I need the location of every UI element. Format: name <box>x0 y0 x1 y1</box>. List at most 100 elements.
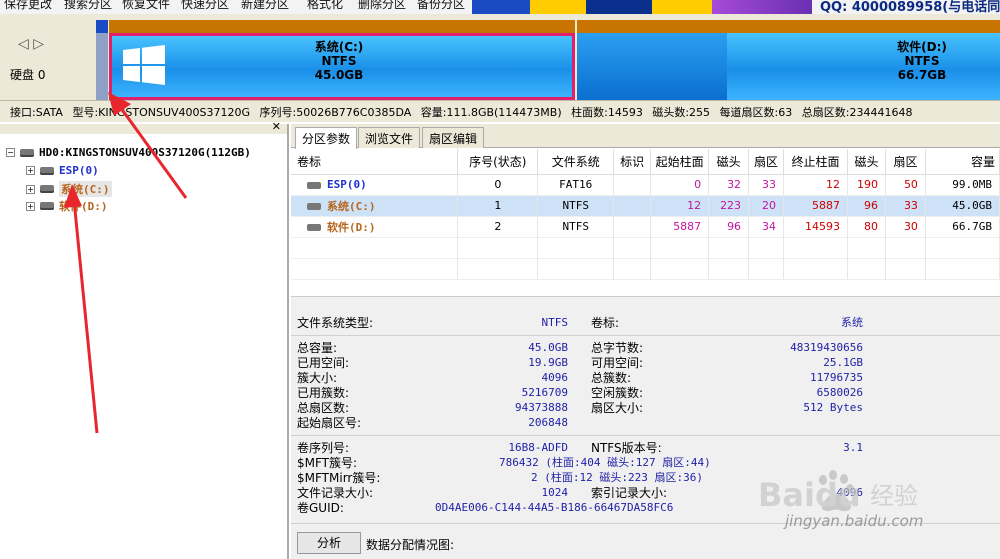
toolbar-save-button[interactable]: 保存更改 <box>4 0 52 12</box>
row-fs: NTFS <box>537 195 615 217</box>
index-record-size-label: 索引记录大小: <box>591 486 668 500</box>
volume-serial-label: 卷序列号: <box>297 441 350 455</box>
partition-d-fs: NTFS <box>904 54 940 68</box>
tree-item-d-label: 软件(D:) <box>59 200 108 213</box>
windows-logo-icon <box>123 45 165 85</box>
watermark-brand-cn: 经验 <box>870 482 918 510</box>
col-header-start-head[interactable]: 磁头 <box>708 149 750 175</box>
col-header-flag[interactable]: 标识 <box>613 149 652 175</box>
col-header-index[interactable]: 序号(状态) <box>457 149 539 175</box>
watermark-brand: Baidu <box>758 476 861 514</box>
cluster-size-value: 4096 <box>541 371 569 384</box>
mftmirr-cluster-label: $MFTMirr簇号: <box>297 471 381 485</box>
row-start-sec: 33 <box>748 174 785 196</box>
collapse-icon[interactable]: − <box>6 148 15 157</box>
disk-cylinders: 柱面数:14593 <box>571 106 643 119</box>
partition-icon <box>40 185 54 193</box>
tree-item-esp[interactable]: + ESP(0) <box>26 164 99 177</box>
col-header-end-sec[interactable]: 扇区 <box>885 149 926 175</box>
disk-sectors-per-track: 每道扇区数:63 <box>719 106 793 119</box>
row-start-cyl: 12 <box>650 195 710 217</box>
table-row[interactable]: 系统(C:) 1 NTFS 12 223 20 5887 96 33 45.0G… <box>291 195 1000 217</box>
total-sectors-value: 94373888 <box>515 401 568 414</box>
toolbar-recover-files-button[interactable]: 恢复文件 <box>122 0 170 12</box>
partition-c-size: 45.0GB <box>314 68 364 82</box>
ntfs-version-value: 3.1 <box>843 441 863 454</box>
row-start-cyl: 0 <box>650 174 710 196</box>
disk-tree-panel: ✕ − HD0:KINGSTONSUV400S37120G(112GB) + E… <box>0 120 289 559</box>
row-label: 系统(C:) <box>327 199 376 213</box>
free-clusters-value: 6580026 <box>816 386 863 399</box>
expand-icon[interactable]: + <box>26 201 35 211</box>
used-clusters-label: 已用簇数: <box>297 386 350 400</box>
tab-browse-files[interactable]: 浏览文件 <box>358 127 421 148</box>
tree-item-c-label: 系统(C:) <box>59 181 112 197</box>
col-header-size[interactable]: 容量 <box>925 149 1000 175</box>
row-flag <box>613 174 652 196</box>
expand-icon[interactable]: + <box>26 184 35 194</box>
partition-d-name: 软件(D:) <box>897 40 947 54</box>
partition-c-name: 系统(C:) <box>314 40 364 54</box>
row-end-head: 96 <box>847 195 886 217</box>
disk-info-bar: 接口:SATA 型号:KINGSTONSUV400S37120G 序列号:500… <box>0 100 1000 122</box>
start-sector-label: 起始扇区号: <box>297 416 362 430</box>
file-record-size-label: 文件记录大小: <box>297 486 374 500</box>
sector-size-value: 512 Bytes <box>803 401 863 414</box>
mft-cluster-value: 786432 (柱面:404 磁头:127 扇区:44) <box>499 456 711 469</box>
row-end-cyl: 14593 <box>783 216 848 238</box>
col-header-label[interactable]: 卷标 <box>291 149 459 175</box>
toolbar-new-partition-button[interactable]: 新建分区 <box>241 0 289 12</box>
expand-icon[interactable]: + <box>26 166 35 175</box>
toolbar-quick-partition-button[interactable]: 快速分区 <box>181 0 229 12</box>
ad-banner-yellow[interactable] <box>530 0 586 14</box>
row-end-sec: 50 <box>885 174 926 196</box>
partition-block-c[interactable]: 系统(C:) NTFS 45.0GB <box>109 20 575 100</box>
tree-item-c[interactable]: + 系统(C:) <box>26 181 112 197</box>
col-header-fs[interactable]: 文件系统 <box>537 149 615 175</box>
total-clusters-label: 总簇数: <box>591 371 632 385</box>
toolbar-format-button[interactable]: 格式化 <box>307 0 343 12</box>
volume-serial-value: 16B8-ADFD <box>508 441 568 454</box>
ad-banner-purple[interactable] <box>712 0 812 14</box>
volume-guid-label: 卷GUID: <box>297 501 344 515</box>
partition-block-d[interactable]: 软件(D:) NTFS 66.7GB <box>577 20 1000 100</box>
free-space-value: 25.1GB <box>823 356 863 369</box>
row-start-cyl: 5887 <box>650 216 710 238</box>
ad-banner-navy[interactable] <box>586 0 652 14</box>
row-label: 软件(D:) <box>327 220 376 234</box>
ad-banner-blue[interactable] <box>472 0 530 14</box>
used-space-label: 已用空间: <box>297 356 350 370</box>
tab-sector-edit[interactable]: 扇区编辑 <box>422 127 485 148</box>
row-index: 2 <box>457 216 539 238</box>
close-icon[interactable]: ✕ <box>272 120 281 133</box>
partition-block-esp[interactable] <box>96 20 108 100</box>
table-row[interactable]: ESP(0) 0 FAT16 0 32 33 12 190 50 99.0MB <box>291 174 1000 196</box>
tree-item-d[interactable]: + 软件(D:) <box>26 198 108 214</box>
col-header-end-cyl[interactable]: 终止柱面 <box>783 149 848 175</box>
row-fs: NTFS <box>537 216 615 238</box>
tree-disk-hd0[interactable]: − HD0:KINGSTONSUV400S37120G(112GB) <box>6 146 251 159</box>
col-header-start-cyl[interactable]: 起始柱面 <box>650 149 710 175</box>
disk-total-sectors: 总扇区数:234441648 <box>801 106 913 119</box>
tab-partition-params[interactable]: 分区参数 <box>295 127 358 149</box>
table-header-row: 卷标 序号(状态) 文件系统 标识 起始柱面 磁头 扇区 终止柱面 磁头 扇区 … <box>291 149 1000 175</box>
row-end-sec: 30 <box>885 216 926 238</box>
row-size: 99.0MB <box>925 174 1000 196</box>
toolbar: 保存更改 搜索分区 恢复文件 快速分区 新建分区 格式化 删除分区 备份分区 Q… <box>0 0 1000 14</box>
toolbar-delete-partition-button[interactable]: 删除分区 <box>358 0 406 12</box>
baidu-jingyan-watermark-logo: Baidu 经验 <box>758 470 918 514</box>
col-header-end-head[interactable]: 磁头 <box>847 149 886 175</box>
toolbar-backup-partition-button[interactable]: 备份分区 <box>417 0 465 12</box>
ad-banner-yellow-2[interactable] <box>652 0 712 14</box>
row-end-head: 190 <box>847 174 886 196</box>
data-distribution-label: 数据分配情况图: <box>366 538 455 552</box>
analyze-button[interactable]: 分析 <box>297 532 361 554</box>
table-row[interactable]: 软件(D:) 2 NTFS 5887 96 34 14593 80 30 66.… <box>291 216 1000 238</box>
cluster-size-label: 簇大小: <box>297 371 338 385</box>
disk-nav-arrows-icon[interactable]: ◁ ▷ <box>18 36 44 52</box>
col-header-start-sec[interactable]: 扇区 <box>748 149 785 175</box>
toolbar-search-partition-button[interactable]: 搜索分区 <box>64 0 112 12</box>
row-start-head: 32 <box>708 174 750 196</box>
row-size: 45.0GB <box>925 195 1000 217</box>
partition-table: 卷标 序号(状态) 文件系统 标识 起始柱面 磁头 扇区 终止柱面 磁头 扇区 … <box>291 149 1000 280</box>
